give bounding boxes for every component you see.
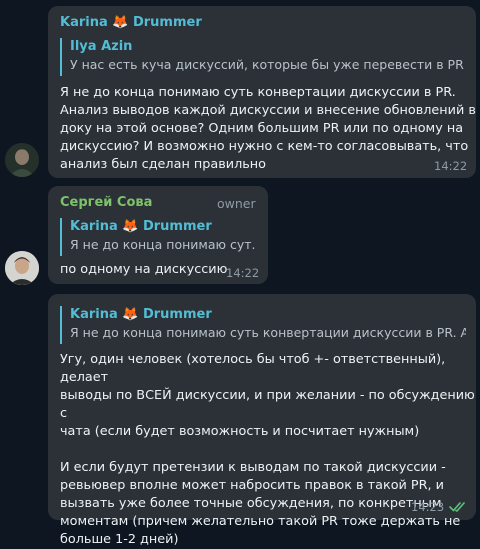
message-text: по одному на дискуссию <box>60 262 228 277</box>
message-text: Я не до конца понимаю суть конвертации д… <box>60 84 476 174</box>
message-time: 14:22 <box>434 159 468 173</box>
message-line: И если будут претензии к выводам по тако… <box>60 460 446 475</box>
message-line: больше 1-2 дней) <box>60 532 179 547</box>
message-line: Я не до конца понимаю суть конвертации д… <box>60 85 456 100</box>
reply-quote[interactable]: Karina 🦊 Drummer Я не до конца понимаю с… <box>60 218 256 256</box>
message-line: моментам (причем желательно такой PR тож… <box>60 514 461 529</box>
reply-author: Karina 🦊 Drummer <box>70 307 212 322</box>
reply-quote[interactable]: Karina 🦊 Drummer Я не до конца понимаю с… <box>60 306 466 344</box>
message-bubble-2[interactable]: Сергей Сова owner Karina 🦊 Drummer Я не … <box>48 186 268 284</box>
message-line: Анализ выводов каждой дискуссии и внесен… <box>60 103 476 118</box>
reply-quote[interactable]: Ilya Azin У нас есть куча дискуссий, кот… <box>60 38 466 76</box>
message-line: доку на этой основе? Одним большим PR ил… <box>60 121 464 136</box>
reply-author: Karina 🦊 Drummer <box>70 219 212 234</box>
avatar-karina[interactable] <box>5 143 39 177</box>
message-line: анализ был сделан правильно <box>60 157 266 172</box>
message-time: 14:23 <box>411 500 445 514</box>
message-line: дискуссию? И возможно нужно с кем-то сог… <box>60 139 469 154</box>
reply-text: У нас есть куча дискуссий, которые бы уж… <box>70 57 466 72</box>
message-line: ревьювер вполне может набросить правок в… <box>60 478 444 493</box>
reply-author: Ilya Azin <box>70 39 133 54</box>
reply-text: Я не до конца понимаю сут... <box>70 237 256 252</box>
owner-badge: owner <box>217 196 256 211</box>
message-line <box>60 441 476 459</box>
message-bubble-3[interactable]: Karina 🦊 Drummer Я не до конца понимаю с… <box>48 294 476 547</box>
message-text: Угу, один человек (хотелось бы чтоб +- о… <box>60 351 476 549</box>
message-line: выводы по ВСЕЙ дискуссии, и при желании … <box>60 388 475 421</box>
reply-text: Я не до конца понимаю суть конвертации д… <box>70 325 466 340</box>
user-avatar-icon <box>5 251 39 285</box>
message-sender[interactable]: Сергей Сова <box>60 195 152 210</box>
user-avatar-icon <box>5 143 39 177</box>
double-check-icon <box>449 502 465 512</box>
message-bubble-1[interactable]: Karina 🦊 Drummer Ilya Azin У нас есть ку… <box>48 6 476 178</box>
message-sender[interactable]: Karina 🦊 Drummer <box>60 15 202 30</box>
message-time: 14:22 <box>226 266 260 280</box>
message-line: чата (если будет возможность и посчитает… <box>60 424 420 439</box>
avatar-sergey[interactable] <box>5 251 39 285</box>
message-line: Угу, один человек (хотелось бы чтоб +- о… <box>60 352 446 385</box>
